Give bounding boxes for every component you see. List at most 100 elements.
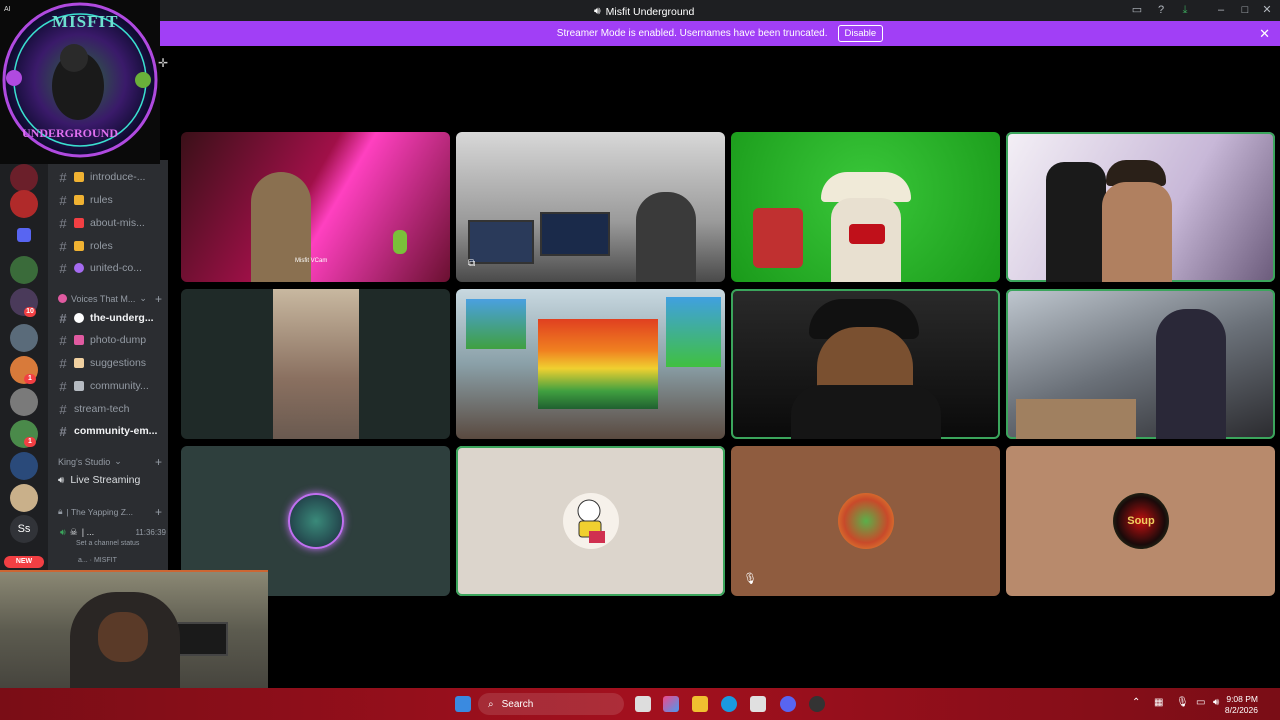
- display-icon[interactable]: ▭: [1196, 697, 1205, 708]
- streamer-mode-banner: Streamer Mode is enabled. Usernames have…: [160, 21, 1280, 46]
- speaker-icon: 🔊︎: [60, 526, 66, 537]
- hash-icon: #: [59, 260, 67, 276]
- desk-shape: [1016, 399, 1136, 439]
- microphone-icon[interactable]: 🎙︎: [1176, 697, 1189, 708]
- volume-icon[interactable]: 🔊︎: [1213, 697, 1219, 708]
- video-tile[interactable]: [456, 289, 725, 439]
- add-icon[interactable]: +: [155, 505, 162, 519]
- hash-icon: #: [59, 215, 67, 231]
- taskbar: ⌕ Search ⌃ ▦ 🎙︎ ▭ 🔊︎ 9:08 PM 8/2/2026: [0, 688, 1280, 720]
- screen-share-icon: ⧉: [468, 258, 476, 269]
- category-kings-studio[interactable]: King's Studio ⌄ +: [58, 455, 166, 469]
- video-tile[interactable]: Misfit VCam: [181, 132, 450, 282]
- video-tile[interactable]: [1006, 132, 1275, 282]
- store-icon[interactable]: [750, 696, 766, 712]
- taskbar-search[interactable]: ⌕ Search: [478, 693, 624, 715]
- server-icon[interactable]: [10, 452, 38, 480]
- channel-emoji-icon: [74, 381, 84, 391]
- hash-icon: #: [59, 310, 67, 326]
- video-tile[interactable]: [731, 132, 1000, 282]
- dm-initials[interactable]: Ss: [10, 515, 38, 543]
- video-tile[interactable]: Soup: [1006, 446, 1275, 596]
- ai-label: AI: [4, 6, 11, 13]
- cursor-icon: ✛: [158, 56, 169, 70]
- inbox-icon[interactable]: ▭: [1130, 4, 1144, 17]
- video-tile[interactable]: [731, 289, 1000, 439]
- hash-icon: #: [59, 192, 67, 208]
- background-object: [753, 208, 803, 268]
- network-icon[interactable]: ▦: [1154, 697, 1163, 708]
- status-hint[interactable]: Set a channel status: [76, 540, 139, 547]
- chevron-down-icon: ⌄: [139, 293, 147, 303]
- server-icon[interactable]: [10, 190, 38, 218]
- add-channel-icon[interactable]: +: [155, 455, 162, 469]
- monitor-shape: [540, 212, 610, 256]
- download-icon[interactable]: ⤓: [1178, 4, 1192, 17]
- app-title: 🔊︎ Misfit Underground: [594, 5, 695, 18]
- channel-item[interactable]: # community...: [58, 377, 166, 395]
- server-icon[interactable]: [10, 256, 38, 284]
- shirt-shape: [791, 385, 941, 439]
- help-icon[interactable]: ?: [1154, 4, 1168, 17]
- channel-emoji-icon: [74, 313, 84, 323]
- chevron-up-icon[interactable]: ⌃: [1132, 697, 1140, 708]
- maximize-button[interactable]: □: [1238, 4, 1252, 17]
- server-rail: 10 1 1 Ss NEW: [0, 160, 48, 570]
- clock[interactable]: 9:08 PM 8/2/2026: [1225, 694, 1258, 716]
- edge-icon[interactable]: [721, 696, 737, 712]
- voice-user-row[interactable]: 🔊︎ ☠ | ... 11:36:39: [60, 522, 166, 542]
- discord-icon[interactable]: [780, 696, 796, 712]
- channel-item[interactable]: # stream-tech: [58, 400, 166, 418]
- server-icon[interactable]: [10, 484, 38, 512]
- mask-shape: [849, 224, 885, 244]
- video-tile[interactable]: [456, 446, 725, 596]
- channel-item[interactable]: # united-co...: [58, 259, 166, 277]
- channel-item[interactable]: # the-underg...: [58, 309, 166, 327]
- tile-label: Misfit VCam: [295, 258, 328, 264]
- tv-shape: [176, 622, 228, 656]
- portrait-video: [273, 289, 359, 439]
- copilot-icon[interactable]: [663, 696, 679, 712]
- video-tile[interactable]: [181, 289, 450, 439]
- mention-badge: 10: [24, 307, 36, 317]
- new-badge[interactable]: NEW: [4, 556, 44, 568]
- video-tile[interactable]: ⧉: [456, 132, 725, 282]
- voice-connected-channel[interactable]: 🔒︎ | The Yapping Z... +: [58, 505, 166, 519]
- channel-item[interactable]: # about-mis...: [58, 214, 166, 232]
- screen: 🔊︎ Misfit Underground ▭ ? ⤓ – □ ✕ Stream…: [0, 0, 1280, 720]
- folder-icon[interactable]: [17, 228, 31, 242]
- painting-small: [666, 297, 721, 367]
- minimize-button[interactable]: –: [1214, 4, 1228, 17]
- category-voices[interactable]: Voices That M... ⌄ +: [58, 292, 166, 306]
- cartoon-character-icon: [577, 499, 605, 543]
- video-tile[interactable]: [1006, 289, 1275, 439]
- disable-button[interactable]: Disable: [837, 25, 884, 42]
- channel-item[interactable]: # photo-dump: [58, 331, 166, 349]
- video-tile[interactable]: 🎙︎: [731, 446, 1000, 596]
- file-explorer-icon[interactable]: [692, 696, 708, 712]
- channel-emoji-icon: [74, 358, 84, 368]
- channel-item[interactable]: # community-em...: [58, 422, 166, 440]
- monitor-shape: [468, 220, 534, 264]
- skull-icon: ☠: [69, 526, 78, 537]
- muted-mic-icon: 🎙︎: [743, 573, 757, 585]
- task-view-icon[interactable]: [635, 696, 651, 712]
- start-icon[interactable]: [455, 696, 471, 712]
- server-icon[interactable]: [10, 324, 38, 352]
- close-icon[interactable]: ✕: [1259, 26, 1270, 42]
- close-window-button[interactable]: ✕: [1260, 4, 1274, 17]
- hash-icon: #: [59, 238, 67, 254]
- channel-item[interactable]: # introduce-...: [58, 168, 166, 186]
- voice-channel-live-streaming[interactable]: 🔊︎ Live Streaming: [58, 471, 166, 489]
- obs-icon[interactable]: [809, 696, 825, 712]
- logo-text-bottom: UNDERGROUND: [22, 126, 118, 140]
- user-panel[interactable]: a... · MISFIT: [78, 557, 117, 564]
- channel-item[interactable]: # roles: [58, 237, 166, 255]
- add-channel-icon[interactable]: +: [155, 292, 162, 306]
- mention-badge: 1: [24, 437, 36, 447]
- channel-item[interactable]: # rules: [58, 191, 166, 209]
- channel-sidebar: # introduce-... # rules # about-mis... # rol…: [48, 160, 168, 570]
- channel-item[interactable]: # suggestions: [58, 354, 166, 372]
- server-icon[interactable]: [10, 388, 38, 416]
- server-icon[interactable]: [10, 164, 38, 192]
